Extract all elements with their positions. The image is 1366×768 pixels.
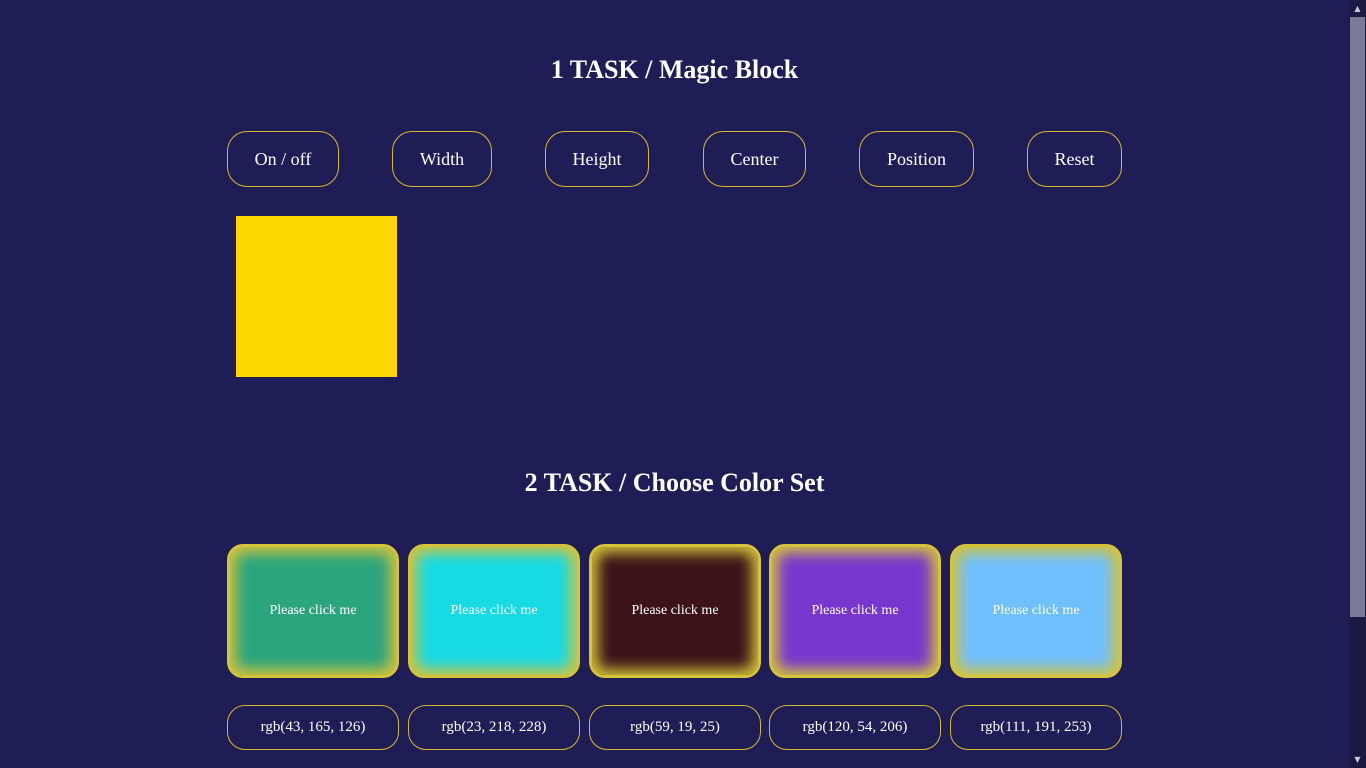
magic-block [236, 216, 397, 377]
color-card[interactable]: Please click me [950, 544, 1122, 678]
color-card[interactable]: Please click me [227, 544, 399, 678]
reset-button[interactable]: Reset [1027, 131, 1122, 187]
color-card[interactable]: Please click me [769, 544, 941, 678]
color-card[interactable]: Please click me [589, 544, 761, 678]
position-button[interactable]: Position [859, 131, 974, 187]
task1-title: 1 TASK / Magic Block [550, 55, 799, 84]
center-button[interactable]: Center [703, 131, 806, 187]
rgb-value-label: rgb(120, 54, 206) [769, 705, 941, 750]
scrollbar-thumb[interactable] [1350, 17, 1365, 617]
height-button[interactable]: Height [545, 131, 649, 187]
width-button[interactable]: Width [392, 131, 492, 187]
page: 1 TASK / Magic Block On / off Width Heig… [0, 0, 1349, 768]
rgb-value-label: rgb(59, 19, 25) [589, 705, 761, 750]
rgb-value-label: rgb(43, 165, 126) [227, 705, 399, 750]
task2-title: 2 TASK / Choose Color Set [524, 468, 825, 497]
color-card[interactable]: Please click me [408, 544, 580, 678]
rgb-value-label: rgb(111, 191, 253) [950, 705, 1122, 750]
vertical-scrollbar[interactable]: ▲ ▼ [1349, 0, 1366, 768]
scroll-up-arrow-icon[interactable]: ▲ [1349, 0, 1366, 17]
rgb-value-label: rgb(23, 218, 228) [408, 705, 580, 750]
on-off-button[interactable]: On / off [227, 131, 339, 187]
scroll-down-arrow-icon[interactable]: ▼ [1349, 751, 1366, 768]
